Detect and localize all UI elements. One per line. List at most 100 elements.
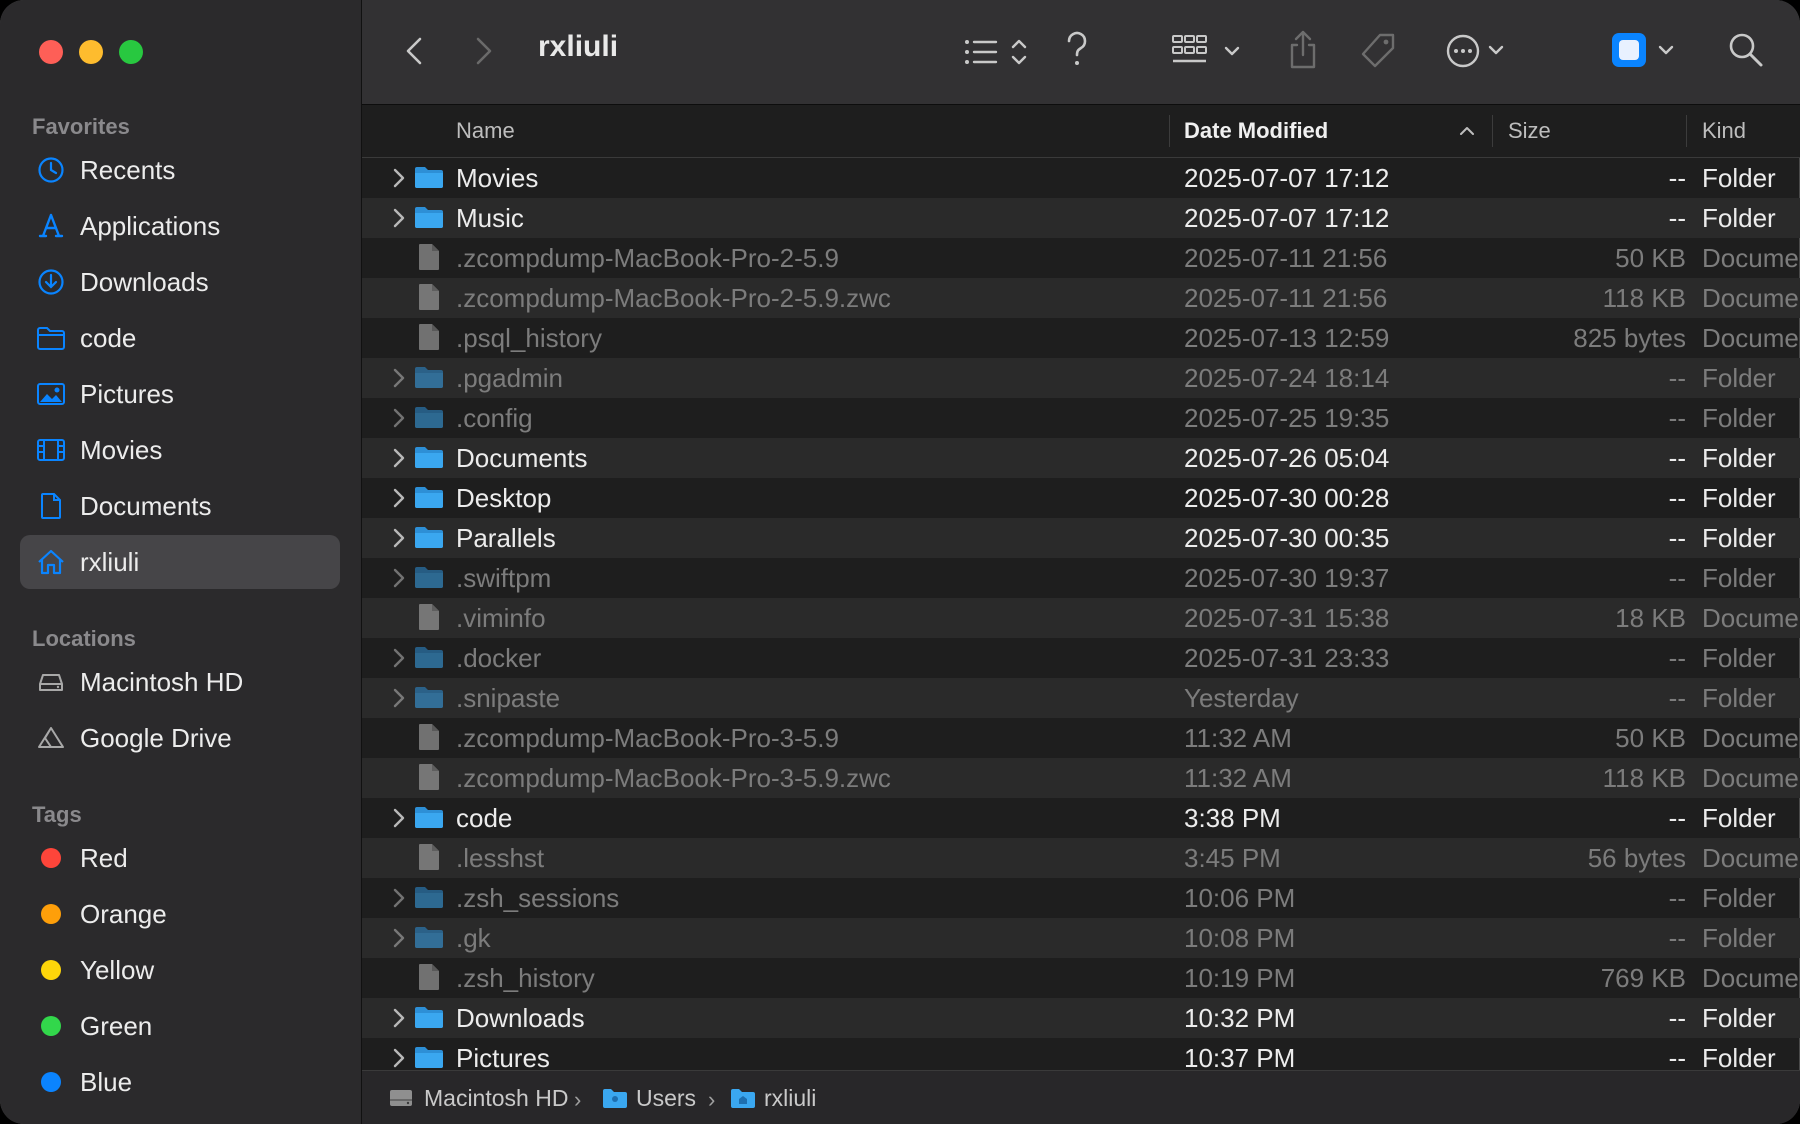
sidebar-item-label: Macintosh HD bbox=[80, 666, 244, 697]
table-row[interactable]: .zcompdump-MacBook-Pro-3-5.9 11:32 AM 50 K… bbox=[362, 718, 1800, 758]
sidebar-item-label: Yellow bbox=[80, 954, 155, 985]
file-date-modified: 2025-07-30 19:37 bbox=[1184, 563, 1390, 593]
sidebar-item-pictures[interactable]: Pictures bbox=[20, 367, 340, 421]
disclosure-chevron-icon[interactable] bbox=[390, 406, 408, 430]
disk-icon bbox=[36, 667, 66, 697]
column-size[interactable]: Size bbox=[1508, 105, 1551, 157]
disclosure-chevron-icon[interactable] bbox=[390, 166, 408, 190]
disclosure-chevron-icon[interactable] bbox=[390, 486, 408, 510]
finder-window: Favorites Recents Applications Downloads… bbox=[0, 0, 1800, 1124]
file-size: -- bbox=[1668, 523, 1686, 553]
document-icon bbox=[416, 603, 446, 630]
sidebar-item-code[interactable]: code bbox=[20, 311, 340, 365]
table-row[interactable]: .docker 2025-07-31 23:33 -- Folder bbox=[362, 638, 1800, 678]
film-icon bbox=[36, 435, 66, 465]
column-divider[interactable] bbox=[1686, 115, 1687, 147]
sidebar-tag-orange[interactable]: Orange bbox=[20, 887, 340, 941]
table-row[interactable]: .gk 10:08 PM -- Folder bbox=[362, 918, 1800, 958]
sidebar-item-google-drive[interactable]: Google Drive bbox=[20, 711, 340, 765]
column-name[interactable]: Name bbox=[456, 105, 515, 157]
folder-icon bbox=[414, 644, 444, 670]
table-row[interactable]: Parallels 2025-07-30 00:35 -- Folder bbox=[362, 518, 1800, 558]
column-divider[interactable] bbox=[1169, 115, 1170, 147]
sidebar-item-movies[interactable]: Movies bbox=[20, 423, 340, 477]
path-item-label: Macintosh HD bbox=[424, 1084, 569, 1111]
table-row[interactable]: Documents 2025-07-26 05:04 -- Folder bbox=[362, 438, 1800, 478]
path-item-macintosh-hd[interactable]: Macintosh HD bbox=[388, 1071, 568, 1124]
table-row[interactable]: Movies 2025-07-07 17:12 -- Folder bbox=[362, 158, 1800, 198]
sidebar-item-label: Documents bbox=[80, 490, 212, 521]
table-row[interactable]: .snipaste Yesterday -- Folder bbox=[362, 678, 1800, 718]
table-row[interactable]: .lesshst 3:45 PM 56 bytes Docume bbox=[362, 838, 1800, 878]
tag-icon[interactable] bbox=[1356, 30, 1400, 72]
disclosure-chevron-icon[interactable] bbox=[390, 886, 408, 910]
path-item-rxliuli[interactable]: rxliuli bbox=[730, 1071, 816, 1124]
google-drive-icon bbox=[36, 723, 66, 753]
group-icon[interactable] bbox=[1170, 32, 1250, 70]
path-item-users[interactable]: Users bbox=[602, 1071, 696, 1124]
file-size: 50 KB bbox=[1615, 243, 1686, 273]
sidebar-item-macintosh-hd[interactable]: Macintosh HD bbox=[20, 655, 340, 709]
table-row[interactable]: .swiftpm 2025-07-30 19:37 -- Folder bbox=[362, 558, 1800, 598]
table-row[interactable]: code 3:38 PM -- Folder bbox=[362, 798, 1800, 838]
sidebar-item-downloads[interactable]: Downloads bbox=[20, 255, 340, 309]
disclosure-chevron-icon[interactable] bbox=[390, 566, 408, 590]
table-row[interactable]: .zcompdump-MacBook-Pro-2-5.9.zwc 2025-07-… bbox=[362, 278, 1800, 318]
sidebar-tag-red[interactable]: Red bbox=[20, 831, 340, 885]
table-row[interactable]: Downloads 10:32 PM -- Folder bbox=[362, 998, 1800, 1038]
column-date-modified[interactable]: Date Modified bbox=[1184, 105, 1328, 157]
table-row[interactable]: Desktop 2025-07-30 00:28 -- Folder bbox=[362, 478, 1800, 518]
disclosure-chevron-icon[interactable] bbox=[390, 446, 408, 470]
table-row[interactable]: Music 2025-07-07 17:12 -- Folder bbox=[362, 198, 1800, 238]
column-kind[interactable]: Kind bbox=[1702, 105, 1746, 157]
sidebar-tag-green[interactable]: Green bbox=[20, 999, 340, 1053]
home-folder-icon bbox=[730, 1087, 756, 1109]
table-row[interactable]: .psql_history 2025-07-13 12:59 825 bytes Do… bbox=[362, 318, 1800, 358]
table-row[interactable]: .zcompdump-MacBook-Pro-2-5.9 2025-07-11 2… bbox=[362, 238, 1800, 278]
sidebar-item-documents[interactable]: Documents bbox=[20, 479, 340, 533]
forward-icon[interactable] bbox=[472, 34, 496, 68]
sidebar-tag-yellow[interactable]: Yellow bbox=[20, 943, 340, 997]
disclosure-chevron-icon[interactable] bbox=[390, 1006, 408, 1030]
help-icon[interactable] bbox=[1062, 30, 1092, 70]
minimize-window-button[interactable] bbox=[79, 40, 103, 64]
disclosure-chevron-icon[interactable] bbox=[390, 1046, 408, 1070]
disclosure-chevron-icon[interactable] bbox=[390, 646, 408, 670]
folder-icon bbox=[602, 1087, 628, 1109]
disclosure-chevron-icon[interactable] bbox=[390, 806, 408, 830]
sidebar-item-applications[interactable]: Applications bbox=[20, 199, 340, 253]
disclosure-chevron-icon[interactable] bbox=[390, 206, 408, 230]
more-icon[interactable] bbox=[1446, 32, 1516, 70]
close-window-button[interactable] bbox=[39, 40, 63, 64]
sidebar-item-label: Google Drive bbox=[80, 722, 232, 753]
table-row[interactable]: .pgadmin 2025-07-24 18:14 -- Folder bbox=[362, 358, 1800, 398]
table-row[interactable]: .viminfo 2025-07-31 15:38 18 KB Docume bbox=[362, 598, 1800, 638]
folder-icon bbox=[414, 364, 444, 390]
file-name: .zsh_history bbox=[456, 963, 595, 993]
sidebar-item-rxliuli[interactable]: rxliuli bbox=[20, 535, 340, 589]
table-row[interactable]: .zsh_history 10:19 PM 769 KB Docume bbox=[362, 958, 1800, 998]
file-name: .zsh_sessions bbox=[456, 883, 620, 913]
table-row[interactable]: .zcompdump-MacBook-Pro-3-5.9.zwc 11:32 AM… bbox=[362, 758, 1800, 798]
back-icon[interactable] bbox=[402, 34, 426, 68]
disclosure-chevron-icon[interactable] bbox=[390, 686, 408, 710]
preview-icon[interactable] bbox=[1610, 30, 1682, 70]
orange-tag-dot-icon bbox=[41, 904, 61, 924]
disclosure-chevron-icon[interactable] bbox=[390, 926, 408, 950]
clock-icon bbox=[36, 155, 66, 185]
column-divider[interactable] bbox=[1492, 115, 1493, 147]
disclosure-chevron-icon[interactable] bbox=[390, 526, 408, 550]
folder-icon bbox=[414, 924, 444, 950]
search-icon[interactable] bbox=[1726, 30, 1766, 70]
folder-icon bbox=[414, 684, 444, 710]
table-row[interactable]: Pictures 10:37 PM -- Folder bbox=[362, 1038, 1800, 1070]
disclosure-chevron-icon[interactable] bbox=[390, 366, 408, 390]
zoom-window-button[interactable] bbox=[119, 40, 143, 64]
list-view-icon[interactable] bbox=[962, 34, 1032, 70]
table-row[interactable]: .config 2025-07-25 19:35 -- Folder bbox=[362, 398, 1800, 438]
document-icon bbox=[416, 323, 446, 350]
table-row[interactable]: .zsh_sessions 10:06 PM -- Folder bbox=[362, 878, 1800, 918]
sidebar-tag-blue[interactable]: Blue bbox=[20, 1055, 340, 1109]
share-icon[interactable] bbox=[1286, 28, 1320, 72]
sidebar-item-recents[interactable]: Recents bbox=[20, 143, 340, 197]
